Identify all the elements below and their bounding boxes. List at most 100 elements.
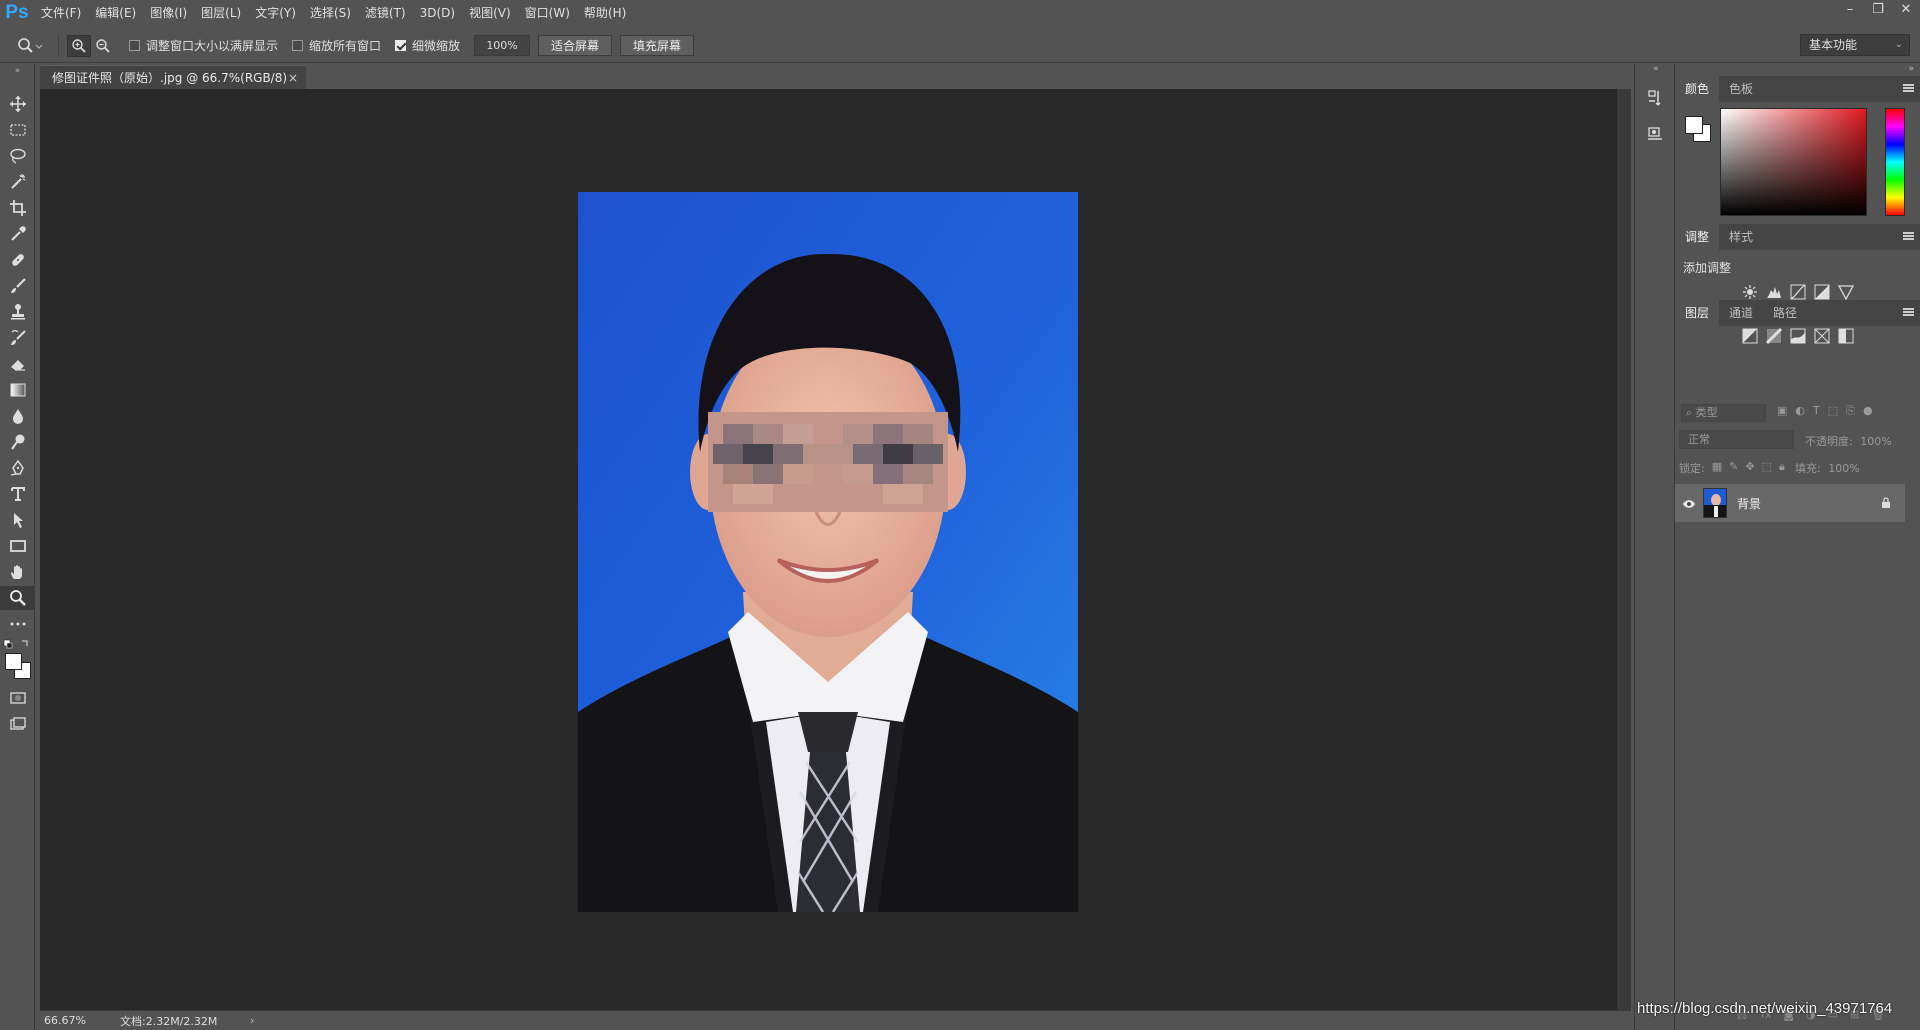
blend-mode-select[interactable]: 正常 xyxy=(1679,430,1794,449)
fill-value[interactable]: 100% xyxy=(1828,462,1859,475)
zoom-tool[interactable] xyxy=(0,586,35,610)
screen-mode-button[interactable] xyxy=(0,712,35,736)
menu-edit[interactable]: 编辑(E) xyxy=(88,0,143,26)
panel-expand-icon[interactable]: « xyxy=(1653,64,1659,74)
lock-artboard-icon[interactable]: ⬚ xyxy=(1762,460,1772,476)
panel-collapse-icon[interactable]: » xyxy=(1908,64,1914,74)
document-tab[interactable]: 修图证件照（原始）.jpg @ 66.7%(RGB/8) × xyxy=(40,65,306,89)
opacity-value[interactable]: 100% xyxy=(1860,435,1891,448)
posterize-icon[interactable] xyxy=(1762,325,1786,347)
menu-help[interactable]: 帮助(H) xyxy=(577,0,633,26)
panel-menu-icon[interactable] xyxy=(1903,84,1914,92)
layer-name[interactable]: 背景 xyxy=(1737,495,1881,512)
dodge-tool[interactable] xyxy=(0,430,35,454)
lasso-tool[interactable] xyxy=(0,144,35,168)
pen-tool[interactable] xyxy=(0,456,35,480)
gradient-map-icon[interactable] xyxy=(1810,325,1834,347)
tab-channels[interactable]: 通道 xyxy=(1719,300,1763,326)
status-menu-arrow[interactable]: › xyxy=(250,1014,254,1027)
smart-object-filter-icon[interactable]: ⎘ xyxy=(1846,404,1855,418)
layer-kind-filter[interactable]: ⌕ 类型 xyxy=(1681,404,1766,422)
menu-layer[interactable]: 图层(L) xyxy=(194,0,248,26)
properties-panel-button[interactable] xyxy=(1643,122,1667,146)
panel-menu-icon[interactable] xyxy=(1903,232,1914,240)
tab-layers[interactable]: 图层 xyxy=(1675,300,1720,326)
menu-select[interactable]: 选择(S) xyxy=(303,0,358,26)
minimize-icon[interactable]: – xyxy=(1836,0,1864,24)
close-window-icon[interactable]: ✕ xyxy=(1892,0,1920,24)
close-tab-icon[interactable]: × xyxy=(288,66,298,90)
menu-file[interactable]: 文件(F) xyxy=(34,0,88,26)
tab-styles[interactable]: 样式 xyxy=(1719,224,1763,250)
path-selection-tool[interactable] xyxy=(0,508,35,532)
threshold-icon[interactable] xyxy=(1786,325,1810,347)
workspace-select[interactable]: 基本功能 ⌄ xyxy=(1800,34,1910,56)
fit-screen-button[interactable]: 适合屏幕 xyxy=(538,35,613,56)
eyedropper-tool[interactable] xyxy=(0,222,35,246)
tab-paths[interactable]: 路径 xyxy=(1763,300,1807,326)
checkbox-box[interactable] xyxy=(129,40,140,51)
crop-tool[interactable] xyxy=(0,196,35,220)
menu-type[interactable]: 文字(Y) xyxy=(248,0,303,26)
default-colors-icon[interactable] xyxy=(0,638,35,650)
panel-menu-icon[interactable] xyxy=(1903,308,1914,316)
zoom-in-button[interactable] xyxy=(67,34,91,57)
fill-screen-button[interactable]: 填充屏幕 xyxy=(620,35,695,56)
menu-3d[interactable]: 3D(D) xyxy=(413,0,462,26)
color-field[interactable] xyxy=(1720,108,1867,216)
invert-icon[interactable] xyxy=(1738,325,1762,347)
move-tool[interactable] xyxy=(0,92,35,116)
zoom-all-windows-checkbox[interactable]: 缩放所有窗口 xyxy=(292,37,381,54)
move-icon xyxy=(9,96,26,112)
history-panel-button[interactable] xyxy=(1643,86,1667,110)
lock-position-icon[interactable]: ✥ xyxy=(1745,460,1754,476)
scrubby-zoom-checkbox[interactable]: 细微缩放 xyxy=(395,37,460,54)
shape-filter-icon[interactable]: ⬚ xyxy=(1828,404,1838,418)
canvas-area[interactable] xyxy=(40,89,1617,1010)
filter-toggle-icon[interactable]: ● xyxy=(1863,404,1873,418)
tab-adjustments[interactable]: 调整 xyxy=(1675,224,1720,250)
menu-window[interactable]: 窗口(W) xyxy=(518,0,577,26)
tab-color[interactable]: 颜色 xyxy=(1675,76,1720,102)
layer-row-background[interactable]: 背景 xyxy=(1675,484,1905,522)
lock-all-icon[interactable]: 🔒︎ xyxy=(1779,460,1785,476)
menu-view[interactable]: 视图(V) xyxy=(462,0,518,26)
rectangle-tool[interactable] xyxy=(0,534,35,558)
gradient-tool[interactable] xyxy=(0,378,35,402)
brush-tool[interactable] xyxy=(0,274,35,298)
hand-tool[interactable] xyxy=(0,560,35,584)
marquee-tool[interactable] xyxy=(0,118,35,142)
menu-image[interactable]: 图像(I) xyxy=(143,0,194,26)
magic-wand-tool[interactable] xyxy=(0,170,35,194)
hue-slider[interactable] xyxy=(1885,108,1905,216)
tab-swatches[interactable]: 色板 xyxy=(1719,76,1763,102)
menu-filter[interactable]: 滤镜(T) xyxy=(358,0,413,26)
vertical-scrollbar[interactable] xyxy=(1617,89,1631,1010)
lock-transparent-icon[interactable]: ▦ xyxy=(1712,460,1722,476)
foreground-color-swatch[interactable] xyxy=(1685,116,1703,134)
panel-collapse-icon[interactable]: » xyxy=(0,66,35,76)
tool-preset-picker[interactable] xyxy=(10,35,50,57)
checkbox-box-checked[interactable] xyxy=(395,40,407,51)
zoom-level[interactable]: 66.67% xyxy=(40,1014,120,1027)
checkbox-box[interactable] xyxy=(292,40,304,51)
eraser-tool[interactable] xyxy=(0,352,35,376)
foreground-color-swatch[interactable] xyxy=(5,653,22,670)
type-filter-icon[interactable]: T xyxy=(1813,404,1820,418)
restore-icon[interactable]: ❐ xyxy=(1864,0,1892,24)
selective-color-icon[interactable] xyxy=(1834,325,1858,347)
quick-mask-button[interactable] xyxy=(0,686,35,710)
clone-stamp-tool[interactable] xyxy=(0,300,35,324)
resize-windows-checkbox[interactable]: 调整窗口大小以满屏显示 xyxy=(129,37,278,54)
edit-toolbar-button[interactable] xyxy=(0,612,35,636)
adjustment-filter-icon[interactable]: ◐ xyxy=(1795,404,1805,418)
pixel-filter-icon[interactable]: ▣ xyxy=(1777,404,1787,418)
history-brush-tool[interactable] xyxy=(0,326,35,350)
lock-paint-icon[interactable]: ✎ xyxy=(1729,460,1738,476)
zoom-percent-button[interactable]: 100% xyxy=(474,35,531,56)
type-tool[interactable] xyxy=(0,482,35,506)
healing-brush-tool[interactable] xyxy=(0,248,35,272)
zoom-out-button[interactable] xyxy=(91,35,115,57)
visibility-eye-icon[interactable] xyxy=(1675,494,1703,513)
blur-tool[interactable] xyxy=(0,404,35,428)
